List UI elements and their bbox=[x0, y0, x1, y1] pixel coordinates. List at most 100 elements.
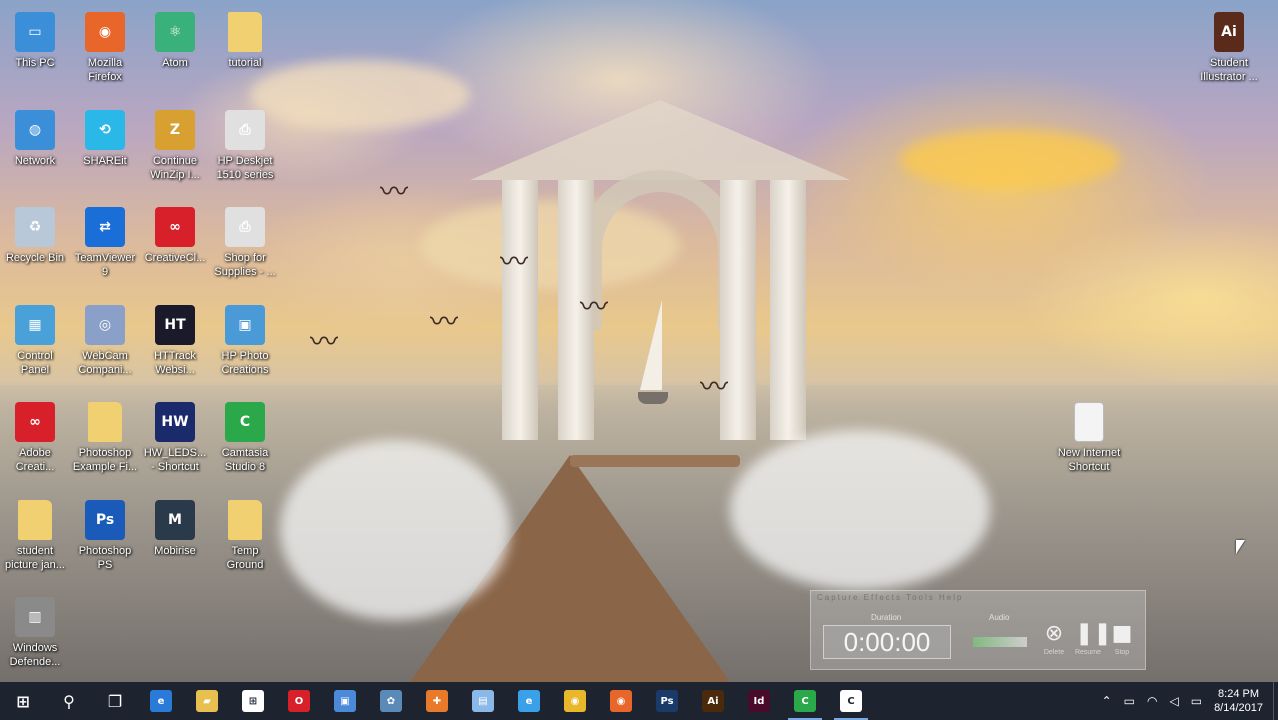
desktop-icon-label: WebCam Compani... bbox=[78, 349, 132, 376]
file-explorer-button[interactable]: ▰ bbox=[184, 682, 230, 720]
desktop-icon-label: Temp Ground bbox=[226, 544, 264, 571]
camtasia-recorder-widget[interactable]: Capture Effects Tools Help Duration 0:00… bbox=[810, 590, 1146, 670]
shareit-icon: ⟲ bbox=[85, 109, 125, 150]
edge-button[interactable]: e bbox=[138, 682, 184, 720]
internet-shortcut-icon bbox=[1074, 402, 1104, 442]
start-button[interactable]: ⊞ bbox=[0, 682, 46, 720]
desktop-icon[interactable]: ▭ This PC bbox=[0, 4, 70, 100]
desktop-icon[interactable]: Ai Student Illustrator ... bbox=[1194, 4, 1264, 100]
cloud bbox=[900, 130, 1120, 190]
desktop-icon[interactable]: Ps Photoshop PS bbox=[70, 492, 140, 588]
stop-button[interactable]: ■ bbox=[1109, 621, 1135, 647]
app-button-3[interactable]: ✚ bbox=[414, 682, 460, 720]
photoshop-button[interactable]: Ps bbox=[644, 682, 690, 720]
desktop-icon[interactable]: ∞ Adobe Creati... bbox=[0, 394, 70, 490]
desktop-icon[interactable]: M Mobirise bbox=[140, 492, 210, 588]
desktop-icon-label: Photoshop PS bbox=[78, 544, 132, 571]
desktop-icon[interactable]: ◎ WebCam Compani... bbox=[70, 297, 140, 393]
desktop-icon[interactable]: student picture jan... bbox=[0, 492, 70, 588]
desktop-icon[interactable]: ▣ HP Photo Creations bbox=[210, 297, 280, 393]
camtasia-recorder-button[interactable]: C bbox=[828, 682, 874, 720]
desktop-icon[interactable]: ◍ Network bbox=[0, 102, 70, 198]
volume-icon[interactable]: ◁ bbox=[1163, 694, 1184, 708]
desktop-icon[interactable]: ⎙ Shop for Supplies - ... bbox=[210, 199, 280, 295]
desktop-icon-label: This PC bbox=[15, 57, 55, 69]
recorder-menu[interactable]: Capture Effects Tools Help bbox=[817, 593, 963, 602]
taskbar: ⊞ ⚲ ❐ e ▰ ⊞ O ▣ ✿ ✚ ▤ e ◉ ◉ Ps Ai Id C C ⌃ ▭ ◠ ◁ ▭ 8:24 PM… bbox=[0, 682, 1278, 720]
indesign-icon: Id bbox=[748, 690, 770, 712]
firefox-icon: ◉ bbox=[610, 690, 632, 712]
desktop-icon[interactable]: New Internet Shortcut bbox=[1054, 394, 1124, 490]
clock[interactable]: 8:24 PM 8/14/2017 bbox=[1208, 687, 1273, 715]
indesign-button[interactable]: Id bbox=[736, 682, 782, 720]
notifications-icon[interactable]: ▭ bbox=[1185, 694, 1208, 708]
illustrator-book-icon: Ai bbox=[1214, 12, 1244, 52]
search-icon: ⚲ bbox=[63, 691, 75, 711]
opera-button[interactable]: O bbox=[276, 682, 322, 720]
desktop-icon[interactable]: Temp Ground bbox=[210, 492, 280, 588]
search-button[interactable]: ⚲ bbox=[46, 682, 92, 720]
pause-resume-button[interactable]: ❚❚ bbox=[1075, 621, 1112, 647]
desktop-icon[interactable]: ∞ CreativeCl... bbox=[140, 199, 210, 295]
desktop-icon[interactable]: ⎙ HP Deskjet 1510 series bbox=[210, 102, 280, 198]
wifi-icon[interactable]: ◠ bbox=[1141, 694, 1163, 708]
desktop-icon-label: HW_LEDS... - Shortcut bbox=[143, 447, 207, 473]
illustrator-button[interactable]: Ai bbox=[690, 682, 736, 720]
notepad-button[interactable]: ▤ bbox=[460, 682, 506, 720]
camtasia-button[interactable]: C bbox=[782, 682, 828, 720]
app-button-1[interactable]: ▣ bbox=[322, 682, 368, 720]
desktop-icon[interactable]: Photoshop Example Fi... bbox=[70, 394, 140, 490]
desktop-icon-label: HP Deskjet 1510 series bbox=[216, 154, 274, 181]
folder-icon bbox=[228, 499, 262, 540]
camtasia-icon: C bbox=[225, 402, 265, 442]
hw-leds-icon: HW bbox=[155, 402, 195, 442]
desktop-icon-label: Camtasia Studio 8 bbox=[221, 447, 269, 473]
desktop[interactable]: 〰 〰 〰 〰 〰 〰 ▭ This PC ◉ Mozilla Firefox ⚛ Ato… bbox=[0, 0, 1278, 682]
tray-chevron-icon[interactable]: ⌃ bbox=[1096, 694, 1118, 708]
internet-explorer-button[interactable]: e bbox=[506, 682, 552, 720]
desktop-icon[interactable]: ◉ Mozilla Firefox bbox=[70, 4, 140, 100]
desktop-icon-label: New Internet Shortcut bbox=[1057, 447, 1121, 473]
audio-level-meter[interactable] bbox=[973, 637, 1027, 647]
desktop-icon[interactable]: ▥ Windows Defende... bbox=[0, 589, 70, 682]
printer-supplies-icon: ⎙ bbox=[225, 207, 265, 247]
desktop-icon-label: Windows Defende... bbox=[9, 642, 61, 668]
illustrator-icon: Ai bbox=[702, 690, 724, 712]
app-button-2[interactable]: ✿ bbox=[368, 682, 414, 720]
temple-pillar bbox=[770, 180, 806, 440]
store-button[interactable]: ⊞ bbox=[230, 682, 276, 720]
windows-defender-icon: ▥ bbox=[15, 597, 55, 637]
firefox-button[interactable]: ◉ bbox=[598, 682, 644, 720]
task-view-button[interactable]: ❐ bbox=[92, 682, 138, 720]
bird-icon: 〰 bbox=[310, 325, 339, 358]
sailboat-sail bbox=[640, 300, 662, 390]
desktop-icon[interactable]: C Camtasia Studio 8 bbox=[210, 394, 280, 490]
desktop-icon-label: Recycle Bin bbox=[5, 252, 65, 264]
desktop-icon[interactable]: Z Continue WinZip I... bbox=[140, 102, 210, 198]
desktop-icon[interactable]: HT HTTrack Websi... bbox=[140, 297, 210, 393]
internet-explorer-icon: e bbox=[518, 690, 540, 712]
desktop-icon-label: Atom bbox=[162, 57, 188, 69]
desktop-icon[interactable]: ⇄ TeamViewer 9 bbox=[70, 199, 140, 295]
desktop-icon[interactable]: ⟲ SHAREit bbox=[70, 102, 140, 198]
chrome-button[interactable]: ◉ bbox=[552, 682, 598, 720]
desktop-icon[interactable]: tutorial bbox=[210, 4, 280, 100]
pier-top bbox=[570, 455, 740, 467]
taskbar-buttons: ⊞ ⚲ ❐ e ▰ ⊞ O ▣ ✿ ✚ ▤ e ◉ ◉ Ps Ai Id C C bbox=[0, 682, 874, 720]
atom-icon: ⚛ bbox=[155, 12, 195, 52]
desktop-icon-label: HP Photo Creations bbox=[221, 349, 269, 376]
start-icon: ⊞ bbox=[16, 691, 30, 711]
notepad-icon: ▤ bbox=[472, 690, 494, 712]
winzip-icon: Z bbox=[155, 109, 195, 150]
delete-button[interactable]: ⊗ bbox=[1041, 621, 1067, 647]
battery-icon[interactable]: ▭ bbox=[1118, 694, 1141, 708]
desktop-icon[interactable]: ▦ Control Panel bbox=[0, 297, 70, 393]
desktop-icon-label: Continue WinZip I... bbox=[150, 154, 200, 181]
show-desktop-button[interactable] bbox=[1273, 682, 1278, 720]
desktop-icon[interactable]: ♻ Recycle Bin bbox=[0, 199, 70, 295]
cloud bbox=[250, 60, 470, 130]
desktop-icon[interactable]: HW HW_LEDS... - Shortcut bbox=[140, 394, 210, 490]
desktop-icon[interactable]: ⚛ Atom bbox=[140, 4, 210, 100]
sailboat-hull bbox=[638, 392, 668, 404]
desktop-icon-label: Photoshop Example Fi... bbox=[72, 447, 138, 473]
